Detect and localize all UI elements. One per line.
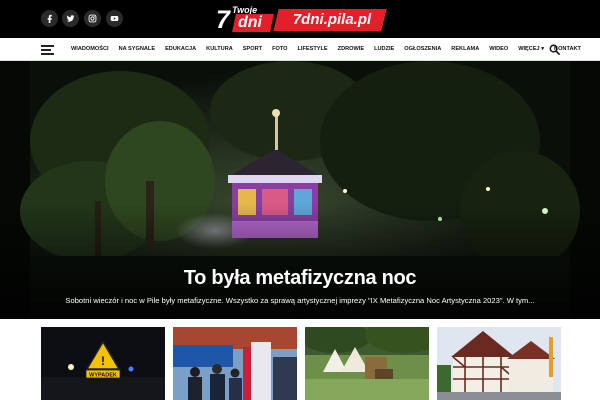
logo-seven: 7	[216, 6, 230, 34]
top-bar: 7 Twoje dni 7dni.pila.pl	[0, 0, 600, 38]
hero-excerpt: Sobotni wieczór i noc w Pile były metafi…	[65, 296, 535, 305]
thumbnail-accident-image: ! WYPADEK	[41, 327, 165, 400]
hero-article[interactable]: To była metafizyczna noc Sobotni wieczór…	[0, 61, 600, 319]
nav-items: WIADOMOŚCI NA SYGNALE EDUKACJA KULTURA SPORT…	[66, 38, 586, 61]
thumbnail-accident[interactable]: ! WYPADEK	[41, 327, 165, 400]
nav-item[interactable]: WIDEO	[484, 38, 513, 61]
nav-item[interactable]: LIFESTYLE	[293, 38, 333, 61]
nav-item[interactable]: KULTURA	[201, 38, 238, 61]
hamburger-menu-icon[interactable]	[41, 45, 54, 55]
site-logo[interactable]: 7 Twoje dni 7dni.pila.pl	[216, 5, 387, 34]
youtube-icon[interactable]	[106, 10, 123, 27]
nav-item[interactable]: WIĘCEJ ▾	[513, 38, 549, 61]
thumbnail-tents-image	[305, 327, 429, 400]
thumbnail-ceremony[interactable]	[173, 327, 297, 400]
nav-item[interactable]: OGŁOSZENIA	[399, 38, 446, 61]
instagram-icon[interactable]	[84, 10, 101, 27]
nav-item[interactable]: ZDROWIE	[333, 38, 369, 61]
facebook-icon[interactable]	[41, 10, 58, 27]
article-thumbnails: ! WYPADEK	[41, 327, 561, 400]
main-nav: WIADOMOŚCI NA SYGNALE EDUKACJA KULTURA SPORT…	[0, 38, 600, 61]
nav-item[interactable]: EDUKACJA	[160, 38, 201, 61]
logo-site-name: 7dni.pila.pl	[292, 11, 372, 28]
nav-item[interactable]: FOTO	[267, 38, 292, 61]
hero-title[interactable]: To była metafizyczna noc	[0, 267, 600, 290]
twitter-icon[interactable]	[62, 10, 79, 27]
nav-item[interactable]: SPORT	[238, 38, 267, 61]
nav-item[interactable]: NA SYGNALE	[114, 38, 160, 61]
logo-dni: dni	[238, 14, 262, 31]
thumbnail-timbered-house[interactable]	[437, 327, 561, 400]
nav-item[interactable]: WIADOMOŚCI	[66, 38, 114, 61]
accident-sign-text: WYPADEK	[89, 373, 117, 379]
nav-item[interactable]: REKLAMA	[446, 38, 484, 61]
thumbnail-house-image	[437, 327, 561, 400]
nav-item[interactable]: LUDZIE	[369, 38, 399, 61]
search-icon[interactable]	[549, 44, 560, 55]
thumbnail-ceremony-image	[173, 327, 297, 400]
svg-text:!: !	[101, 354, 105, 368]
thumbnail-tents[interactable]	[305, 327, 429, 400]
